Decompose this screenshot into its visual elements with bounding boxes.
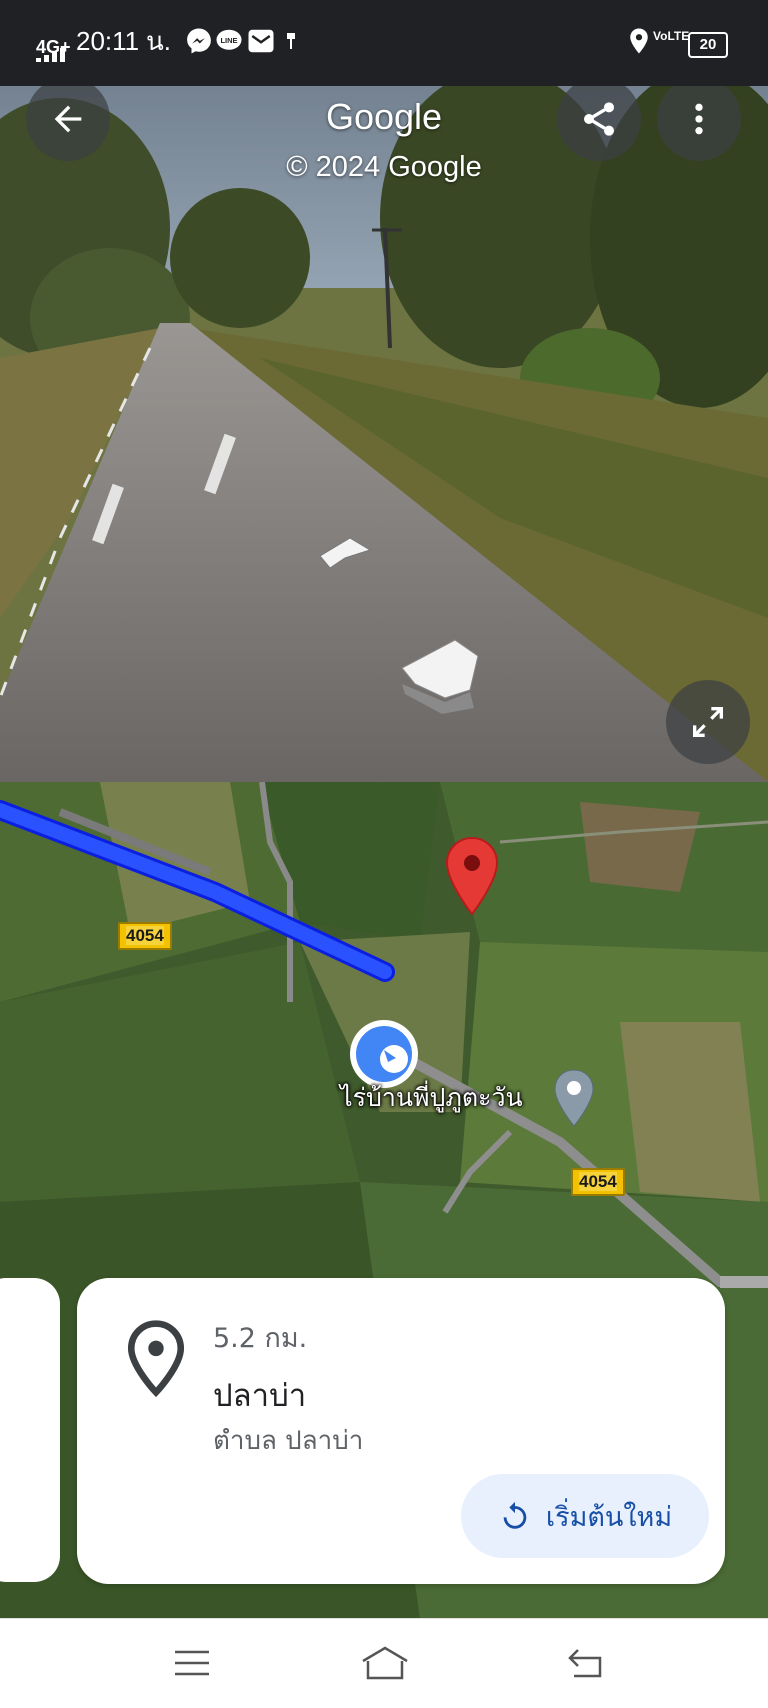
clock-suffix: น. bbox=[146, 26, 171, 56]
share-button[interactable] bbox=[557, 77, 641, 161]
messenger-icon bbox=[187, 28, 211, 54]
restart-label: เริ่มต้นใหม่ bbox=[545, 1501, 673, 1533]
mail-icon bbox=[248, 29, 274, 53]
signal-icon bbox=[36, 48, 65, 62]
restart-button[interactable]: เริ่มต้นใหม่ bbox=[461, 1474, 709, 1558]
expand-button[interactable] bbox=[666, 680, 750, 764]
place-pin-icon bbox=[127, 1320, 185, 1398]
more-options-button[interactable] bbox=[657, 77, 741, 161]
battery-level: 20 bbox=[699, 36, 717, 53]
share-icon bbox=[584, 102, 614, 136]
destination-pin-icon[interactable] bbox=[444, 836, 500, 916]
location-icon bbox=[630, 28, 648, 54]
place-title: ปลาบ่า bbox=[213, 1378, 307, 1414]
svg-text:LINE: LINE bbox=[220, 36, 237, 45]
google-brand: Google bbox=[325, 96, 443, 137]
route-shield: 4054 bbox=[571, 1168, 625, 1196]
restart-icon bbox=[503, 1501, 527, 1529]
expand-icon bbox=[693, 707, 723, 737]
route-shield: 4054 bbox=[118, 922, 172, 950]
line-app-icon: LINE bbox=[216, 29, 242, 50]
poi-pin-icon[interactable] bbox=[552, 1068, 596, 1128]
place-card[interactable]: 5.2 กม. ปลาบ่า ตำบล ปลาบ่า เริ่มต้นใหม่ bbox=[77, 1278, 725, 1584]
volte-indicator: VoLTE bbox=[653, 29, 690, 43]
usb-icon bbox=[287, 33, 295, 49]
street-view-panorama[interactable]: Google © 2024 Google bbox=[0, 58, 768, 782]
home-button[interactable] bbox=[355, 1637, 415, 1689]
battery-icon: 20 bbox=[688, 32, 728, 58]
more-vert-icon bbox=[695, 103, 703, 135]
poi-label[interactable]: ไร่บ้านพี่ปูภูตะวัน bbox=[340, 1078, 523, 1118]
copyright-text: © 2024 Google bbox=[286, 151, 482, 183]
back-nav-button[interactable] bbox=[556, 1637, 616, 1689]
clock: 20:11 bbox=[76, 26, 140, 56]
distance-text: 5.2 กม. bbox=[213, 1323, 308, 1354]
previous-card[interactable] bbox=[0, 1278, 60, 1582]
recents-button[interactable] bbox=[162, 1637, 222, 1689]
back-nav-icon bbox=[568, 1649, 602, 1678]
menu-icon bbox=[175, 1650, 209, 1676]
status-bar: 4G+ 20:11 น. LINE VoLTE 20 bbox=[0, 0, 768, 86]
system-nav-bar bbox=[0, 1618, 768, 1708]
home-icon bbox=[362, 1646, 408, 1680]
place-subtitle: ตำบล ปลาบ่า bbox=[213, 1426, 364, 1456]
